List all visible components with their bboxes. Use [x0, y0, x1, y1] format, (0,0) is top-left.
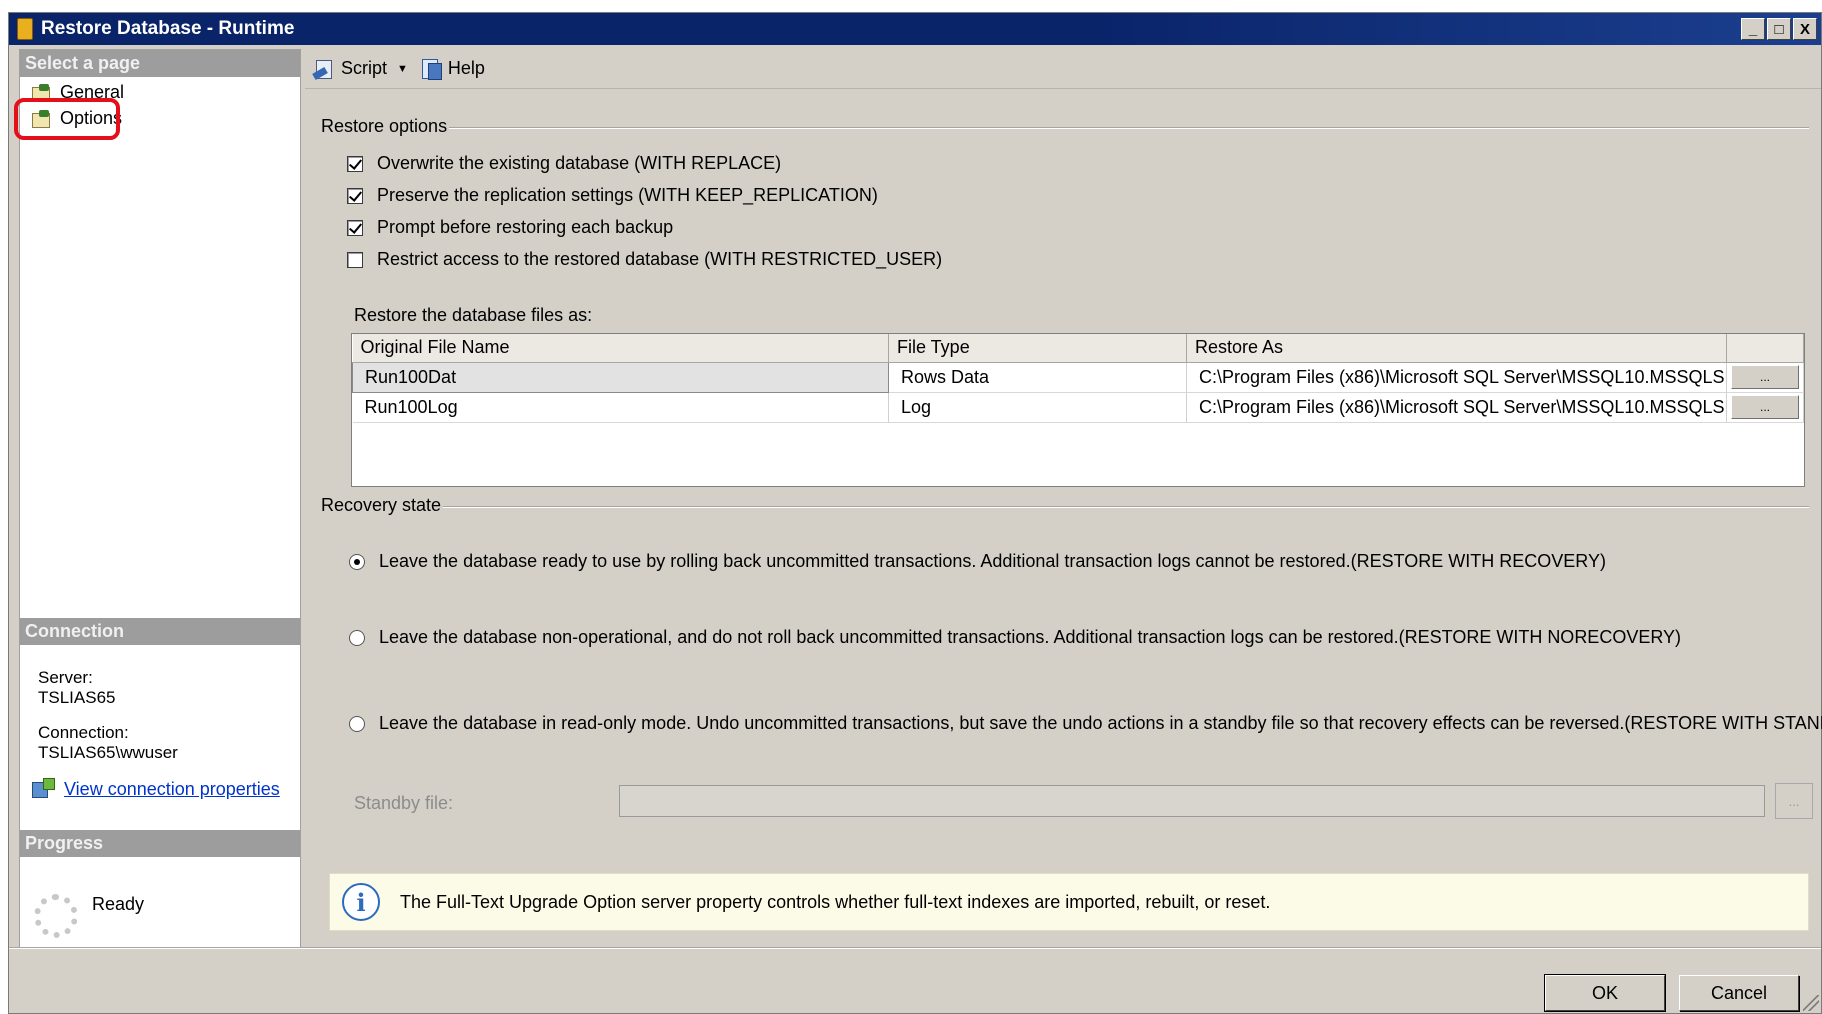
window-title: Restore Database - Runtime [41, 18, 295, 39]
recovery-state-title: Recovery state [321, 495, 442, 515]
option-overwrite[interactable]: Overwrite the existing database (WITH RE… [347, 153, 781, 174]
file-type-cell[interactable]: Rows Data [888, 362, 1187, 393]
script-label: Script [341, 58, 388, 78]
minimize-button[interactable]: _ [1741, 18, 1765, 40]
toolbar: Script ▼ Help [305, 49, 1821, 89]
norecovery-radio[interactable] [349, 629, 365, 646]
info-message: The Full-Text Upgrade Option server prop… [400, 891, 1271, 912]
table-row[interactable]: Run100Dat Rows Data C:\Program Files (x8… [352, 361, 1804, 393]
norecovery-label: Leave the database non-operational, and … [379, 627, 1682, 647]
restore-database-dialog: Restore Database - Runtime _ □ X Select … [8, 12, 1822, 1014]
standby-browse-button[interactable]: ... [1775, 783, 1813, 819]
option-keep-replication[interactable]: Preserve the replication settings (WITH … [347, 185, 878, 206]
connection-properties-icon [32, 778, 56, 800]
server-label: Server: [38, 668, 93, 687]
restore-as-cell[interactable]: C:\Program Files (x86)\Microsoft SQL Ser… [1186, 392, 1727, 423]
overwrite-checkbox[interactable] [347, 155, 363, 172]
restricted-user-label: Restrict access to the restored database… [377, 249, 943, 269]
column-browse [1726, 334, 1804, 363]
browse-button[interactable]: ... [1731, 365, 1799, 389]
maximize-button[interactable]: □ [1767, 18, 1791, 40]
browse-cell: ... [1726, 362, 1804, 393]
column-restore-as[interactable]: Restore As [1186, 334, 1727, 363]
help-button[interactable]: Help [420, 58, 485, 80]
browse-cell: ... [1726, 392, 1804, 423]
standby-file-label: Standby file: [354, 793, 454, 813]
help-label: Help [447, 58, 485, 78]
progress-spinner-icon [34, 894, 78, 938]
connection-header: Connection [20, 618, 300, 645]
script-icon [313, 58, 335, 80]
recovery-option-standby[interactable]: Leave the database in read-only mode. Un… [349, 713, 1822, 734]
column-file-type[interactable]: File Type [888, 334, 1187, 363]
select-page-header: Select a page [20, 50, 300, 77]
info-bar: i The Full-Text Upgrade Option server pr… [329, 873, 1809, 931]
keep-replication-checkbox[interactable] [347, 187, 363, 204]
window-controls: _ □ X [1741, 18, 1817, 40]
recovery-label: Leave the database ready to use by rolli… [379, 551, 1606, 571]
highlight-annotation [14, 98, 120, 140]
progress-header: Progress [20, 830, 300, 857]
keep-replication-label: Preserve the replication settings (WITH … [377, 185, 878, 205]
info-icon: i [342, 883, 380, 921]
file-type-cell[interactable]: Log [888, 392, 1187, 423]
ok-button[interactable]: OK [1544, 974, 1666, 1012]
title-bar: Restore Database - Runtime _ □ X [9, 13, 1821, 45]
restore-files-grid: Original File Name File Type Restore As … [351, 333, 1805, 487]
restore-options-divider [449, 127, 1809, 129]
restore-as-cell[interactable]: C:\Program Files (x86)\Microsoft SQL Ser… [1186, 362, 1727, 393]
close-button[interactable]: X [1793, 18, 1817, 40]
server-value: TSLIAS65 [38, 688, 116, 707]
prompt-label: Prompt before restoring each backup [377, 217, 674, 237]
cancel-button[interactable]: Cancel [1679, 975, 1799, 1011]
chevron-down-icon[interactable]: ▼ [397, 63, 408, 75]
recovery-state-divider [443, 506, 1809, 508]
column-original-file-name[interactable]: Original File Name [352, 334, 889, 363]
progress-status: Ready [92, 894, 145, 914]
overwrite-label: Overwrite the existing database (WITH RE… [377, 153, 782, 173]
option-restricted-user[interactable]: Restrict access to the restored database… [347, 249, 942, 270]
view-connection-properties-link[interactable]: View connection properties [32, 778, 280, 800]
database-icon [17, 18, 33, 40]
left-pane: Select a page General Options Connection… [14, 49, 301, 949]
standby-file-input[interactable] [619, 785, 1765, 817]
script-button[interactable]: Script ▼ [313, 58, 408, 80]
view-connection-properties-label[interactable]: View connection properties [64, 779, 280, 800]
browse-button[interactable]: ... [1731, 395, 1799, 419]
original-file-name-cell[interactable]: Run100Log [352, 392, 889, 423]
connection-label: Connection: [38, 723, 129, 742]
prompt-checkbox[interactable] [347, 219, 363, 236]
restore-files-label: Restore the database files as: [354, 305, 593, 325]
recovery-radio[interactable] [349, 553, 365, 570]
table-row[interactable]: Run100Log Log C:\Program Files (x86)\Mic… [352, 392, 1804, 423]
help-icon [420, 58, 442, 80]
option-prompt-before-restore[interactable]: Prompt before restoring each backup [347, 217, 673, 238]
restricted-user-checkbox[interactable] [347, 251, 363, 268]
recovery-option-norecovery[interactable]: Leave the database non-operational, and … [349, 627, 1681, 648]
standby-radio[interactable] [349, 715, 365, 732]
standby-option-label: Leave the database in read-only mode. Un… [379, 713, 1822, 733]
original-file-name-cell[interactable]: Run100Dat [352, 361, 889, 393]
resize-grip-icon[interactable] [1803, 995, 1819, 1011]
footer-divider [9, 947, 1821, 949]
restore-options-title: Restore options [321, 116, 448, 136]
recovery-option-recovery[interactable]: Leave the database ready to use by rolli… [349, 551, 1606, 572]
connection-value: TSLIAS65\wwuser [38, 743, 178, 762]
